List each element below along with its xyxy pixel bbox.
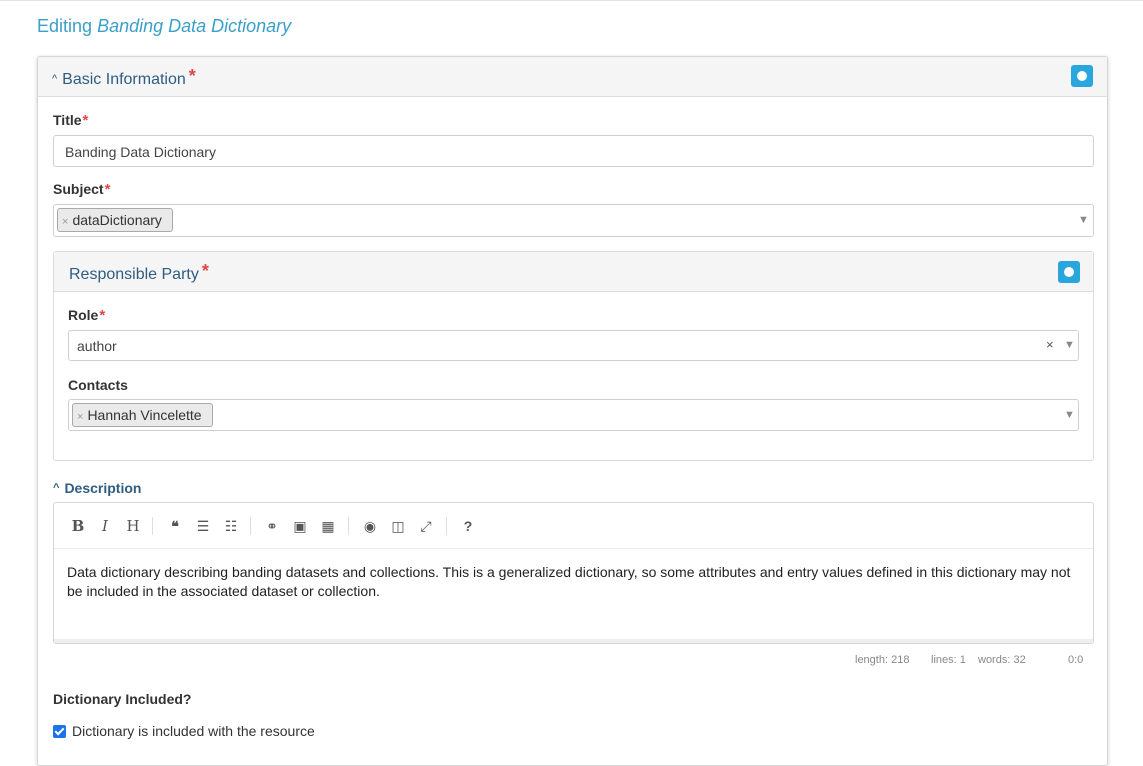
responsible-party-title[interactable]: Responsible Party *: [69, 261, 209, 284]
description-label[interactable]: ^ Description: [53, 480, 141, 496]
toolbar-separator: [446, 517, 447, 535]
toolbar-separator: [348, 517, 349, 535]
remove-tag-icon[interactable]: ×: [77, 411, 83, 423]
circle-icon: [1077, 71, 1087, 81]
required-asterisk: *: [82, 112, 89, 129]
italic-icon[interactable]: I: [96, 517, 114, 535]
subject-label-text: Subject: [53, 181, 104, 197]
title-input-value: Banding Data Dictionary: [65, 144, 216, 160]
page-title-prefix: Editing: [37, 16, 93, 36]
basic-information-title[interactable]: ^ Basic Information *: [52, 66, 196, 89]
contacts-label: Contacts: [68, 377, 128, 393]
top-divider: [0, 0, 1143, 1]
title-label-text: Title: [53, 112, 82, 128]
description-label-text: Description: [64, 480, 142, 496]
dropdown-caret-icon[interactable]: ▼: [1064, 339, 1075, 351]
description-text[interactable]: Data dictionary describing banding datas…: [67, 563, 1085, 601]
contact-tag: × Hannah Vincelette: [72, 403, 213, 427]
dropdown-caret-icon[interactable]: ▼: [1078, 214, 1089, 226]
page-title-record-name: Banding Data Dictionary: [97, 16, 292, 36]
responsible-party-toggle-button[interactable]: [1058, 261, 1080, 283]
side-by-side-icon[interactable]: ◫: [389, 517, 407, 535]
editor-status-words: words: 32: [978, 654, 1026, 666]
role-label-text: Role: [68, 307, 99, 323]
basic-information-header[interactable]: ^ Basic Information *: [38, 57, 1107, 97]
basic-information-panel: ^ Basic Information * Title* Banding Data …: [37, 56, 1108, 766]
basic-information-toggle-button[interactable]: [1071, 65, 1093, 87]
editor-status-cursor: 0:0: [1068, 654, 1084, 666]
contact-tag-label: Hannah Vincelette: [87, 407, 202, 423]
subject-tag: × dataDictionary: [57, 208, 173, 232]
fullscreen-icon[interactable]: ⤢: [417, 517, 435, 535]
image-icon[interactable]: ▣: [291, 517, 309, 535]
table-icon[interactable]: ▦: [319, 517, 337, 535]
role-select[interactable]: author × ▼: [68, 330, 1079, 361]
dictionary-included-label: Dictionary Included?: [53, 691, 192, 707]
basic-information-title-text: Basic Information: [62, 71, 186, 88]
bold-icon[interactable]: B: [69, 517, 87, 535]
dropdown-caret-icon[interactable]: ▼: [1064, 409, 1075, 421]
description-editor: B I H ❝ ☰ ☷ ⚭ ▣ ▦ ◉ ◫ ⤢ ? Data dictionar…: [53, 502, 1094, 644]
responsible-party-title-text: Responsible Party: [69, 266, 199, 283]
role-select-value: author: [77, 338, 117, 354]
dictionary-included-checkbox[interactable]: [53, 725, 66, 738]
preview-icon[interactable]: ◉: [361, 517, 379, 535]
required-asterisk: *: [99, 307, 106, 324]
required-asterisk: *: [104, 181, 111, 198]
quote-icon[interactable]: ❝: [166, 517, 184, 535]
editor-scrollbar[interactable]: [54, 639, 1093, 643]
unordered-list-icon[interactable]: ☰: [194, 517, 212, 535]
dictionary-included-checkbox-label[interactable]: Dictionary is included with the resource: [72, 723, 315, 739]
required-asterisk: *: [201, 261, 209, 281]
link-icon[interactable]: ⚭: [263, 517, 281, 535]
subject-tag-label: dataDictionary: [72, 212, 162, 228]
toolbar-separator: [152, 517, 153, 535]
contacts-select[interactable]: × Hannah Vincelette ▼: [68, 399, 1079, 431]
page-title: Editing Banding Data Dictionary: [37, 16, 291, 37]
ordered-list-icon[interactable]: ☷: [222, 517, 240, 535]
editor-toolbar: B I H ❝ ☰ ☷ ⚭ ▣ ▦ ◉ ◫ ⤢ ?: [54, 503, 1093, 549]
help-icon[interactable]: ?: [459, 517, 477, 535]
subject-select[interactable]: × dataDictionary ▼: [53, 204, 1094, 237]
responsible-party-header[interactable]: Responsible Party *: [54, 252, 1093, 292]
contacts-label-text: Contacts: [68, 377, 128, 393]
clear-selection-icon[interactable]: ×: [1046, 337, 1054, 352]
required-asterisk: *: [188, 66, 196, 86]
role-label: Role*: [68, 307, 105, 324]
remove-tag-icon[interactable]: ×: [62, 216, 68, 228]
title-label: Title*: [53, 112, 88, 129]
toolbar-separator: [250, 517, 251, 535]
responsible-party-panel: Responsible Party * Role* author × ▼ Cont…: [53, 251, 1094, 461]
heading-icon[interactable]: H: [124, 517, 142, 535]
title-input[interactable]: Banding Data Dictionary: [53, 135, 1094, 167]
collapse-chevron-icon[interactable]: ^: [53, 482, 59, 494]
editor-status-length: length: 218: [855, 654, 910, 666]
collapse-chevron-icon[interactable]: ^: [52, 73, 57, 85]
subject-label: Subject*: [53, 181, 110, 198]
circle-icon: [1064, 267, 1074, 277]
editor-status-lines: lines: 1: [931, 654, 966, 666]
